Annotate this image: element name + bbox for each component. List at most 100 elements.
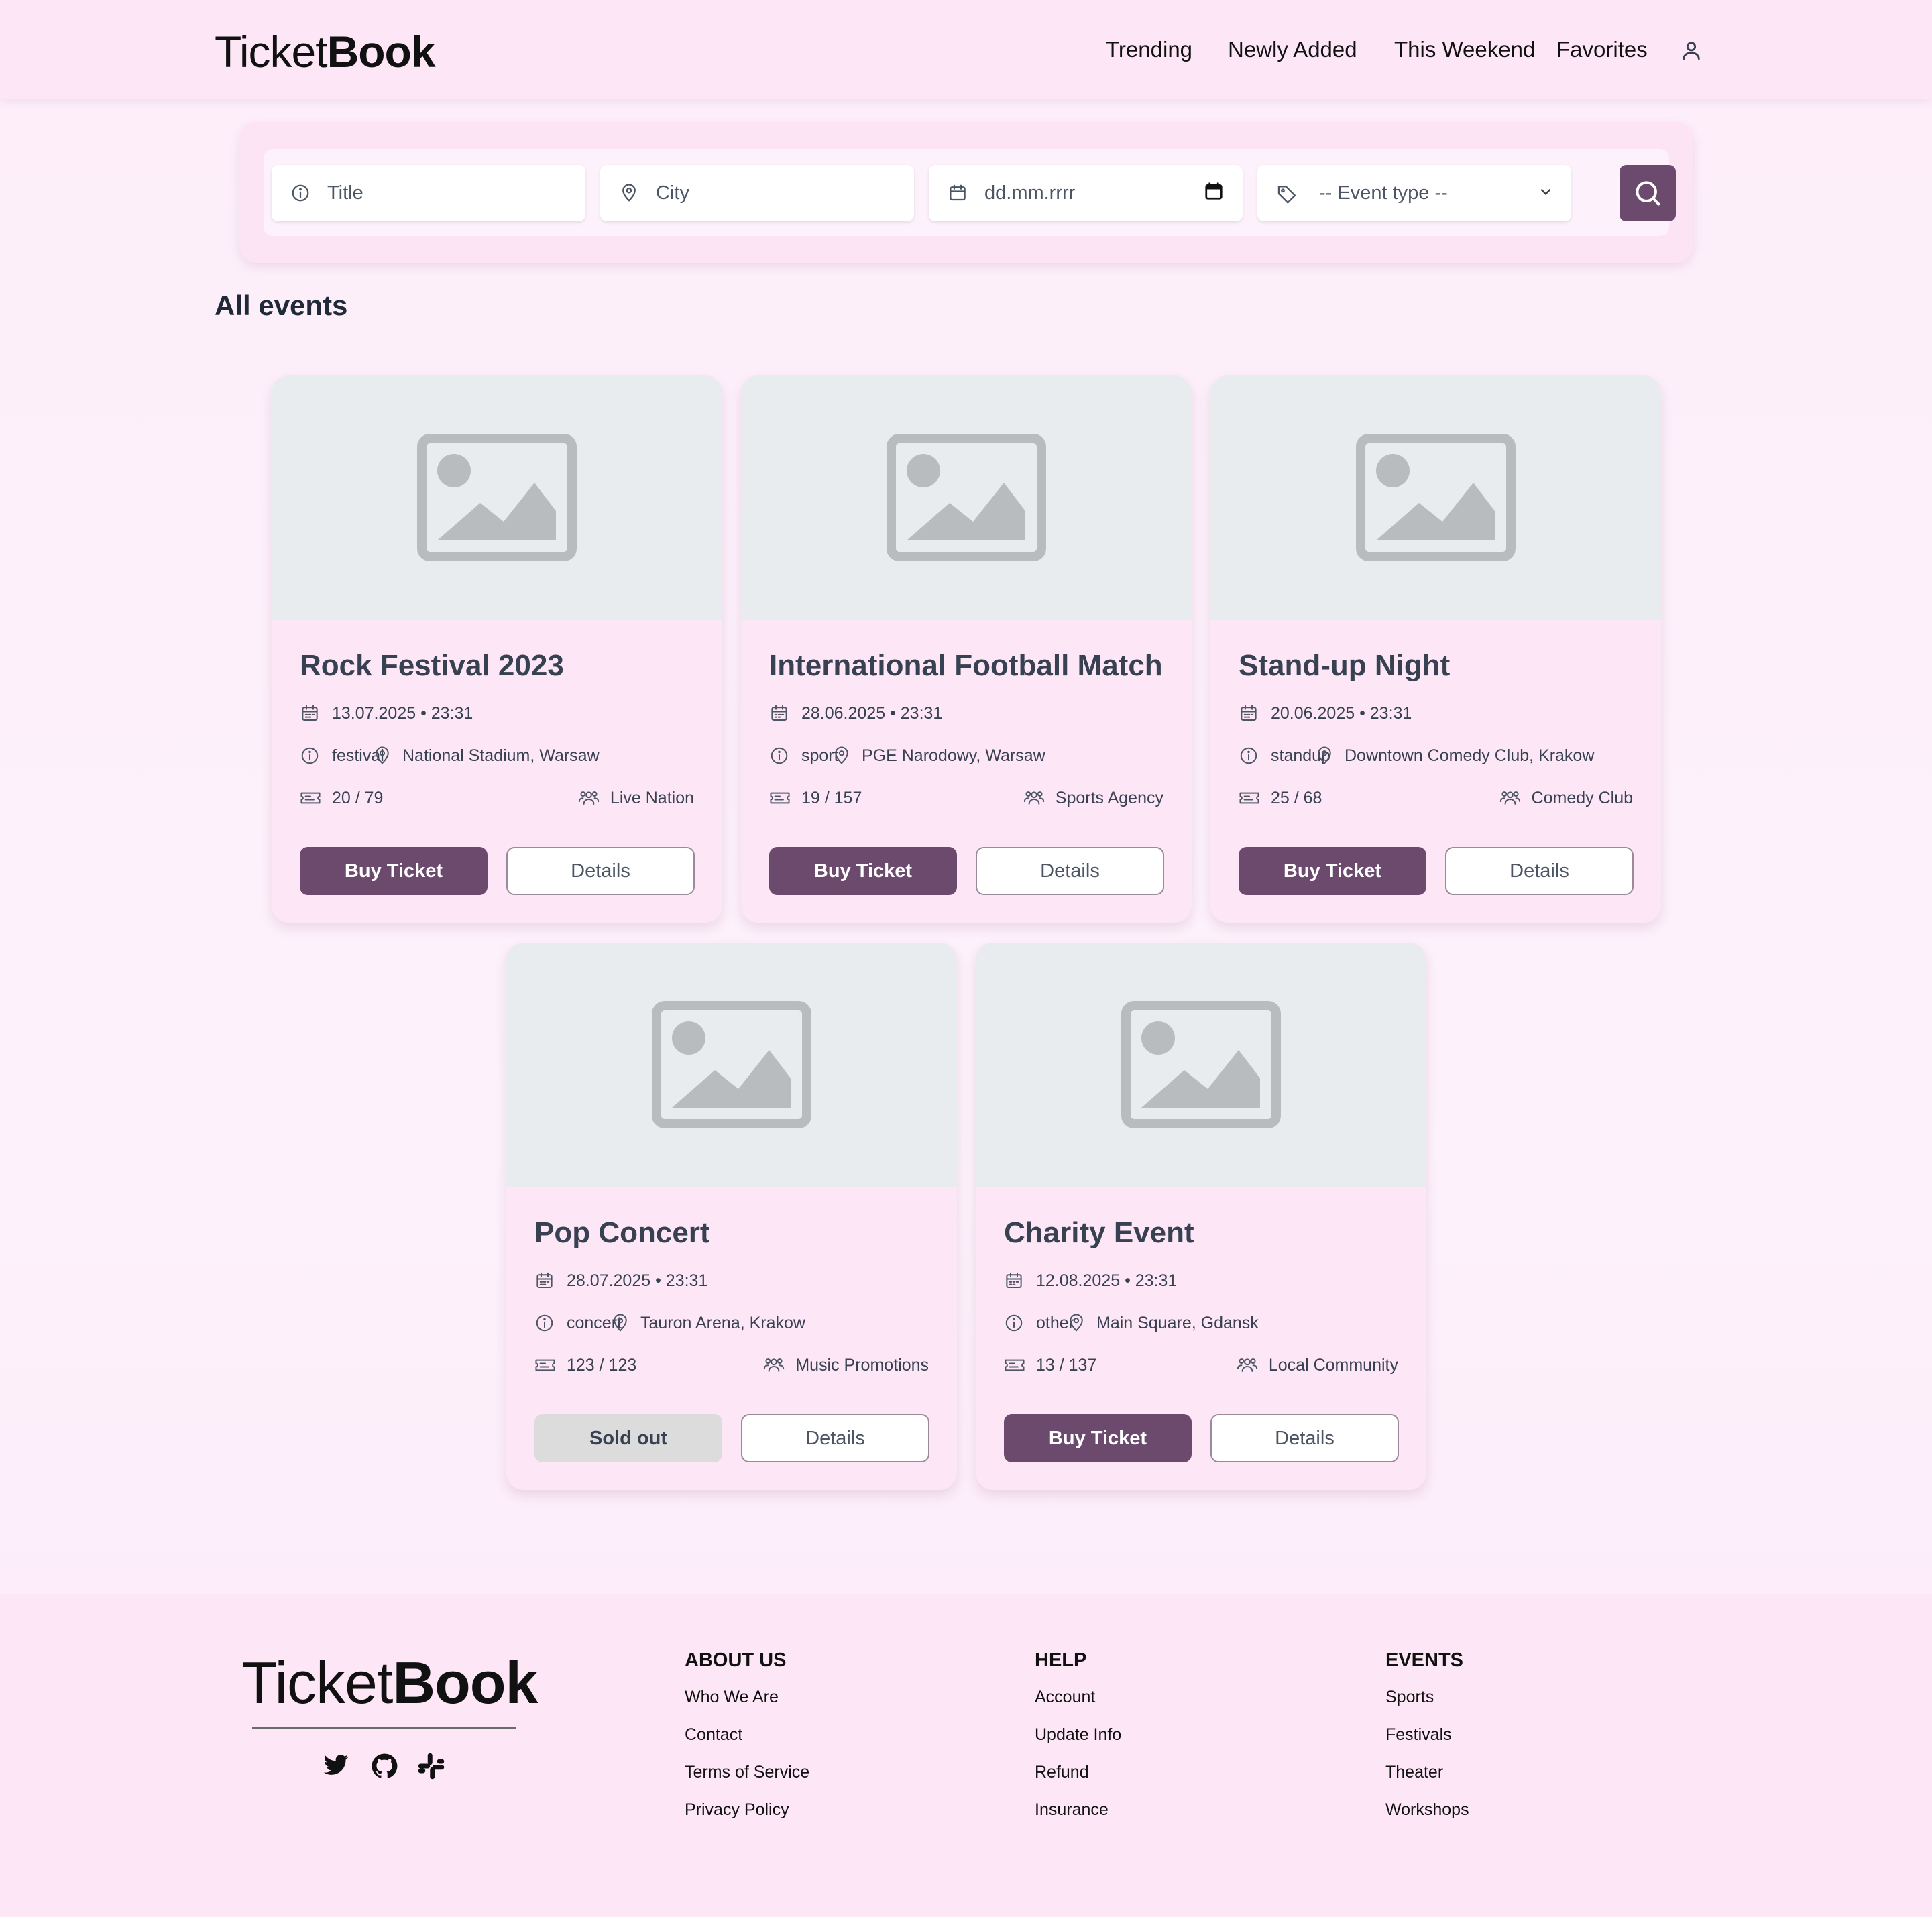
- tag-icon: [1276, 183, 1298, 205]
- details-button[interactable]: Details: [976, 847, 1164, 895]
- image-icon: [1356, 434, 1516, 561]
- site-footer: TicketBook ABOUT US Who We Are Contact T…: [0, 1594, 1932, 1917]
- organizer-name: Local Community: [1268, 1356, 1398, 1375]
- search-button[interactable]: [1620, 165, 1676, 221]
- location-pin-icon: [832, 746, 852, 766]
- footer-link-insurance[interactable]: Insurance: [1035, 1798, 1109, 1821]
- nav-newly-added[interactable]: Newly Added: [1228, 35, 1357, 64]
- footer-link-theater[interactable]: Theater: [1385, 1761, 1443, 1784]
- footer-link-update-info[interactable]: Update Info: [1035, 1723, 1121, 1746]
- event-title[interactable]: Rock Festival 2023: [300, 647, 564, 685]
- nav-this-weekend[interactable]: This Weekend: [1394, 35, 1535, 64]
- image-icon: [417, 434, 577, 561]
- ticket-availability: 123 / 123: [567, 1356, 637, 1375]
- date-picker-icon[interactable]: [1204, 181, 1224, 201]
- ticket-icon: [1239, 788, 1260, 808]
- footer-link-sports[interactable]: Sports: [1385, 1686, 1434, 1708]
- user-icon[interactable]: [1680, 39, 1703, 62]
- info-icon: [534, 1313, 555, 1333]
- footer-logo[interactable]: TicketBook: [241, 1648, 538, 1718]
- footer-heading: ABOUT US: [685, 1649, 787, 1671]
- organizer: Sports Agency: [1023, 787, 1163, 809]
- details-button[interactable]: Details: [1210, 1414, 1399, 1462]
- title-field[interactable]: Title: [272, 165, 585, 221]
- buy-ticket-button[interactable]: Buy Ticket: [1239, 847, 1426, 895]
- ticket-icon: [534, 1355, 556, 1375]
- event-card: Stand-up Night 20.06.2025 • 23:31 standu…: [1210, 375, 1661, 923]
- event-location: Main Square, Gdansk: [1096, 1314, 1259, 1332]
- info-icon: [769, 746, 789, 766]
- event-image-placeholder: [1210, 375, 1661, 620]
- buy-ticket-button[interactable]: Buy Ticket: [1004, 1414, 1192, 1462]
- image-icon: [652, 1001, 811, 1128]
- details-button[interactable]: Details: [1445, 847, 1634, 895]
- city-input[interactable]: City: [656, 180, 689, 207]
- city-field[interactable]: City: [600, 165, 914, 221]
- event-image-placeholder: [272, 375, 722, 620]
- footer-link-festivals[interactable]: Festivals: [1385, 1723, 1452, 1746]
- footer-heading: EVENTS: [1385, 1649, 1464, 1671]
- nav-favorites[interactable]: Favorites: [1556, 35, 1648, 64]
- footer-link-privacy[interactable]: Privacy Policy: [685, 1798, 789, 1821]
- event-location: Downtown Comedy Club, Krakow: [1345, 746, 1595, 765]
- event-datetime: 13.07.2025 • 23:31: [332, 704, 473, 723]
- event-image-placeholder: [506, 943, 957, 1187]
- event-title[interactable]: Charity Event: [1004, 1214, 1194, 1252]
- buy-ticket-button[interactable]: Buy Ticket: [300, 847, 488, 895]
- event-title[interactable]: Stand-up Night: [1239, 647, 1450, 685]
- event-card: Charity Event 12.08.2025 • 23:31 other M…: [976, 943, 1426, 1490]
- organizer-name: Music Promotions: [795, 1356, 929, 1375]
- organizer: Live Nation: [578, 787, 694, 809]
- footer-col-about: ABOUT US Who We Are Contact Terms of Ser…: [685, 1647, 809, 1819]
- footer-link-contact[interactable]: Contact: [685, 1723, 742, 1746]
- footer-col-help: HELP Account Update Info Refund Insuranc…: [1035, 1647, 1121, 1819]
- footer-logo-bold: Book: [392, 1649, 538, 1716]
- logo-light: Ticket: [215, 27, 328, 76]
- date-field[interactable]: dd.mm.rrrr: [929, 165, 1243, 221]
- organizer-name: Comedy Club: [1531, 789, 1633, 807]
- event-card: International Football Match 28.06.2025 …: [741, 375, 1192, 923]
- event-title[interactable]: International Football Match: [769, 647, 1163, 685]
- site-header: TicketBook Trending Newly Added This Wee…: [0, 0, 1932, 99]
- github-icon[interactable]: [370, 1752, 398, 1780]
- footer-link-who-we-are[interactable]: Who We Are: [685, 1686, 779, 1708]
- footer-link-terms[interactable]: Terms of Service: [685, 1761, 809, 1784]
- slack-icon[interactable]: [417, 1752, 445, 1780]
- details-button[interactable]: Details: [741, 1414, 929, 1462]
- search-icon: [1636, 181, 1660, 206]
- info-icon: [1239, 746, 1259, 766]
- image-icon: [1121, 1001, 1281, 1128]
- twitter-icon[interactable]: [322, 1752, 350, 1779]
- location-pin-icon: [610, 1313, 630, 1333]
- calendar-icon: [948, 183, 968, 203]
- event-type-select[interactable]: -- Event type --: [1257, 165, 1571, 221]
- calendar-icon: [1239, 703, 1259, 723]
- logo-bold: Book: [327, 27, 436, 76]
- ticket-availability: 25 / 68: [1271, 789, 1322, 807]
- title-input[interactable]: Title: [327, 180, 363, 207]
- organizer-name: Live Nation: [610, 789, 694, 807]
- ticket-availability: 19 / 157: [801, 789, 862, 807]
- users-icon: [1023, 787, 1045, 807]
- sold-out-button[interactable]: Sold out: [534, 1414, 722, 1462]
- search-panel: Title City dd.mm.rrrr -- Event type --: [239, 122, 1693, 263]
- nav-trending[interactable]: Trending: [1106, 35, 1192, 64]
- date-input[interactable]: dd.mm.rrrr: [984, 180, 1075, 207]
- organizer: Music Promotions: [763, 1354, 929, 1377]
- organizer: Local Community: [1237, 1354, 1398, 1377]
- event-datetime: 12.08.2025 • 23:31: [1036, 1271, 1178, 1290]
- event-datetime: 28.06.2025 • 23:31: [801, 704, 943, 723]
- footer-link-workshops[interactable]: Workshops: [1385, 1798, 1469, 1821]
- info-icon: [300, 746, 320, 766]
- footer-link-account[interactable]: Account: [1035, 1686, 1095, 1708]
- location-pin-icon: [619, 183, 639, 203]
- event-title[interactable]: Pop Concert: [534, 1214, 710, 1252]
- users-icon: [578, 787, 600, 807]
- details-button[interactable]: Details: [506, 847, 695, 895]
- event-image-placeholder: [976, 943, 1426, 1187]
- calendar-icon: [300, 703, 320, 723]
- site-logo[interactable]: TicketBook: [215, 25, 436, 78]
- event-datetime: 28.07.2025 • 23:31: [567, 1271, 708, 1290]
- footer-link-refund[interactable]: Refund: [1035, 1761, 1089, 1784]
- buy-ticket-button[interactable]: Buy Ticket: [769, 847, 957, 895]
